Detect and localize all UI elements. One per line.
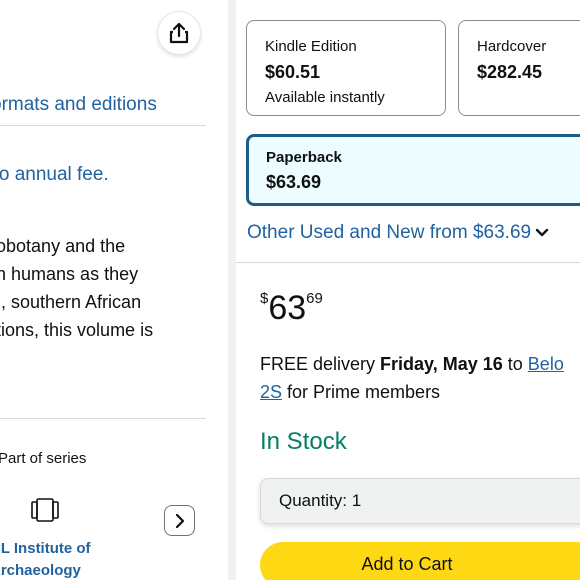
delivery-location-link[interactable]: 2S <box>260 382 282 402</box>
column-divider <box>228 0 236 580</box>
add-to-cart-label: Add to Cart <box>361 553 453 574</box>
format-paperback[interactable]: Paperback $63.69 <box>246 134 580 206</box>
description-line: m, southern African <box>0 292 142 312</box>
share-icon <box>169 22 189 44</box>
stock-status: In Stock <box>260 428 347 455</box>
price-symbol: $ <box>260 290 269 307</box>
buy-box-divider <box>236 262 580 263</box>
divider <box>0 418 206 419</box>
quantity-dropdown[interactable]: Quantity: 1 <box>260 478 580 524</box>
series-label: Part of series <box>0 450 87 467</box>
format-price: $63.69 <box>266 172 322 192</box>
description-line: on humans as they <box>0 264 139 284</box>
series-name-line: Archaeology <box>0 562 81 579</box>
delivery-to: to <box>502 354 528 374</box>
add-to-cart-button[interactable]: Add to Cart <box>260 542 580 580</box>
chevron-right-icon <box>175 513 184 528</box>
quantity-label: Quantity: 1 <box>279 491 362 510</box>
format-name: Hardcover <box>477 38 547 55</box>
carousel-next-button[interactable] <box>164 505 195 536</box>
format-hardcover[interactable]: Hardcover $282.45 <box>458 20 580 116</box>
series-name-link[interactable]: CL Institute of Archaeology <box>0 538 120 580</box>
book-icon <box>31 498 59 522</box>
description-line: eobotany and the <box>0 236 126 256</box>
format-price: $60.51 <box>265 62 321 82</box>
price-fraction: 69 <box>306 290 323 307</box>
other-used-new-text: Other Used and New from $63.69 <box>247 222 532 243</box>
price-whole: 63 <box>268 289 307 327</box>
format-availability: Available instantly <box>265 89 385 106</box>
divider <box>0 125 206 126</box>
book-description: eobotany and the on humans as they m, so… <box>0 232 222 344</box>
all-formats-link[interactable]: ll formats and editions <box>0 94 157 116</box>
credit-card-offer-link[interactable]: d. No annual fee. <box>0 164 109 186</box>
format-kindle[interactable]: Kindle Edition $60.51 Available instantl… <box>246 20 446 116</box>
format-price: $282.45 <box>477 62 543 82</box>
buy-column: Kindle Edition $60.51 Available instantl… <box>236 0 580 580</box>
price: $6369 <box>260 288 323 328</box>
share-button[interactable] <box>158 12 200 54</box>
chevron-down-icon <box>535 228 549 237</box>
delivery-prefix: FREE delivery <box>260 354 381 374</box>
description-line: ations, this volume is <box>0 320 154 340</box>
series-name-line: CL Institute of <box>0 540 91 557</box>
delivery-info: FREE delivery Friday, May 16 to Belo 2S … <box>260 350 580 406</box>
delivery-location-link[interactable]: Belo <box>528 354 564 374</box>
product-details-column: ll formats and editions d. No annual fee… <box>0 0 222 580</box>
format-name: Paperback <box>266 149 342 166</box>
delivery-suffix: for Prime members <box>282 382 441 402</box>
other-used-new-link[interactable]: Other Used and New from $63.69 <box>247 222 549 244</box>
format-name: Kindle Edition <box>265 38 357 55</box>
delivery-date: Friday, May 16 <box>380 354 503 374</box>
